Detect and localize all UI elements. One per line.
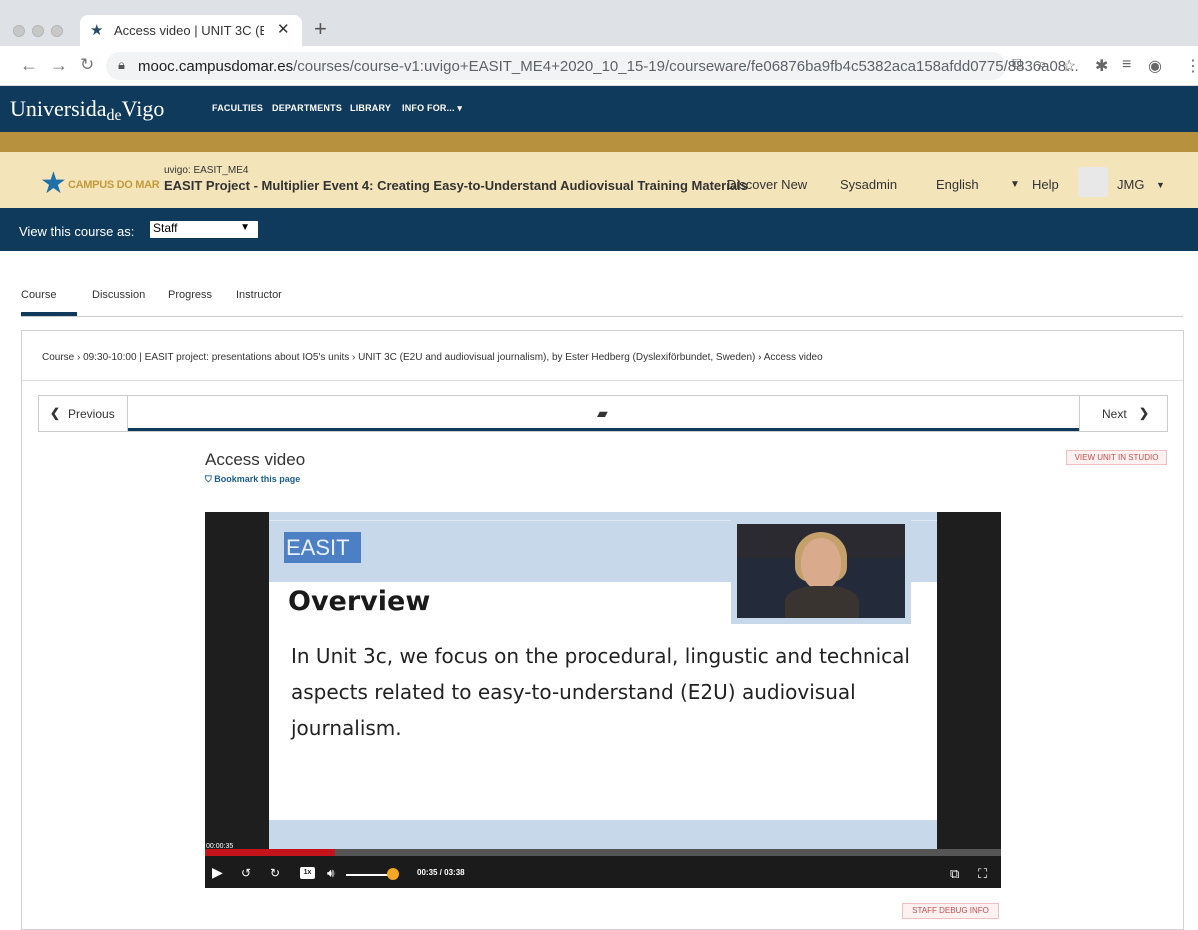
nav-library[interactable]: LIBRARY	[350, 103, 391, 113]
slide-footer-band	[269, 820, 937, 849]
play-icon[interactable]: ▶	[212, 864, 223, 881]
transcript-icon[interactable]: ⧉	[950, 866, 959, 882]
tab-divider	[21, 316, 1183, 317]
fullscreen-icon[interactable]: ⛶	[978, 866, 987, 882]
next-label: Next	[1102, 407, 1127, 421]
browser-tab-bar: ★ Access video | UNIT 3C (E2U a ✕ +	[0, 0, 1198, 46]
view-in-studio-button[interactable]: VIEW UNIT IN STUDIO	[1066, 450, 1167, 465]
speaker-body	[785, 586, 859, 618]
campus-star-icon: ★	[40, 167, 67, 200]
course-header: ★ CAMPUS DO MAR uvigo: EASIT_ME4 EASIT P…	[0, 152, 1198, 208]
gold-divider	[0, 132, 1198, 152]
view-as-select[interactable]: Staff ▼	[150, 221, 258, 238]
tab-instructor[interactable]: Instructor	[236, 289, 282, 301]
tab-title: Access video | UNIT 3C (E2U a	[114, 23, 264, 38]
discover-new-link[interactable]: Discover New	[727, 177, 807, 192]
user-menu[interactable]: JMG	[1117, 177, 1144, 192]
forward-arrow-icon[interactable]: →	[50, 55, 68, 76]
avatar[interactable]	[1078, 167, 1108, 197]
skip-back-icon[interactable]: ↺	[241, 866, 251, 880]
tab-course[interactable]: Course	[21, 289, 56, 301]
translate-icon[interactable]: ⧉	[1012, 56, 1023, 74]
chevron-down-icon: ▼	[240, 222, 250, 233]
url-host: mooc.campusdomar.es	[138, 58, 294, 75]
back-arrow-icon[interactable]: ←	[20, 55, 38, 76]
extensions-puzzle-icon[interactable]: ✱	[1095, 56, 1108, 76]
view-as-label: View this course as:	[19, 224, 135, 239]
bookmark-label: Bookmark this page	[214, 474, 301, 484]
nav-info-for[interactable]: INFO FOR... ▾	[402, 103, 462, 114]
help-link[interactable]: Help	[1032, 177, 1059, 192]
reload-icon[interactable]: ↻	[80, 55, 94, 75]
previous-label: Previous	[68, 407, 115, 421]
sysadmin-link[interactable]: Sysadmin	[840, 177, 897, 192]
bookmark-button[interactable]: ⛉ Bookmark this page	[205, 474, 300, 485]
slide-heading: Overview	[288, 586, 431, 617]
course-title: EASIT Project - Multiplier Event 4: Crea…	[164, 178, 748, 193]
nav-departments[interactable]: DEPARTMENTS	[272, 103, 342, 113]
zoom-icon[interactable]: ⌕	[1038, 56, 1047, 74]
skip-forward-icon[interactable]: ↻	[270, 866, 280, 880]
view-as-value: Staff	[153, 221, 178, 235]
tab-close-icon[interactable]: ✕	[277, 20, 290, 38]
speaker-video	[737, 524, 905, 618]
bookmark-icon: ⛉	[205, 474, 215, 484]
speaker-face	[801, 538, 841, 590]
easit-logo: EASIT	[284, 532, 361, 563]
logo-text-1: Universida	[10, 96, 107, 121]
window-maximize-button[interactable]	[51, 25, 63, 37]
volume-slider-handle[interactable]	[387, 868, 399, 880]
university-header: UniversidadeVigo FACULTIES DEPARTMENTS L…	[0, 86, 1198, 132]
lock-icon: 🔒︎	[118, 57, 125, 72]
next-button[interactable]: Next ❯	[1079, 395, 1168, 432]
slide-text: In Unit 3c, we focus on the procedural, …	[291, 644, 910, 740]
profile-icon[interactable]: ◉	[1148, 56, 1162, 76]
university-logo[interactable]: UniversidadeVigo	[10, 96, 164, 125]
language-chevron-down-icon[interactable]: ▼	[1010, 179, 1020, 190]
video-progress-fill	[205, 849, 335, 856]
reading-list-icon[interactable]: ≡	[1122, 56, 1131, 74]
logo-text-2: de	[106, 107, 122, 124]
bookmark-star-icon[interactable]: ☆	[1062, 56, 1076, 76]
window-minimize-button[interactable]	[32, 25, 44, 37]
volume-slider[interactable]	[346, 874, 391, 876]
logo-text-3: Vigo	[121, 96, 165, 121]
progress-time-tooltip: 00:00:35	[206, 843, 234, 850]
tab-discussion[interactable]: Discussion	[92, 289, 145, 301]
language-select[interactable]: English	[936, 177, 979, 192]
time-display: 00:35 / 03:38	[417, 868, 465, 877]
tab-progress[interactable]: Progress	[168, 289, 212, 301]
breadcrumb[interactable]: Course › 09:30-10:00 | EASIT project: pr…	[42, 352, 823, 363]
browser-tab[interactable]: ★ Access video | UNIT 3C (E2U a ✕	[80, 15, 302, 46]
page-title: Access video	[205, 450, 306, 469]
window-close-button[interactable]	[13, 25, 25, 37]
site-favicon-icon: ★	[90, 22, 104, 39]
playback-speed-button[interactable]: 1x	[300, 867, 315, 879]
campus-brand[interactable]: CAMPUS DO MAR	[68, 179, 160, 191]
chevron-right-icon: ❯	[1139, 406, 1150, 420]
staff-view-bar: View this course as: Staff ▼	[0, 208, 1198, 251]
new-tab-button[interactable]: +	[314, 16, 327, 42]
previous-button[interactable]: ❮ Previous	[38, 395, 128, 432]
user-caret-down-icon[interactable]: ▼	[1156, 180, 1165, 190]
breadcrumb-divider	[22, 380, 1183, 381]
url-path: /courses/course-v1:uvigo+EASIT_ME4+2020_…	[293, 58, 1079, 75]
chevron-left-icon: ❮	[50, 406, 61, 420]
course-org: uvigo: EASIT_ME4	[164, 165, 249, 176]
nav-faculties[interactable]: FACULTIES	[212, 103, 263, 113]
menu-dots-icon[interactable]: ⋮	[1185, 56, 1198, 76]
video-unit-icon[interactable]: ▰	[597, 405, 608, 422]
volume-icon[interactable]: 🔊︎	[327, 866, 335, 881]
active-unit-indicator	[128, 428, 1079, 431]
url-input[interactable]: 🔒︎ mooc.campusdomar.es/courses/course-v1…	[106, 52, 1079, 80]
video-controls	[205, 856, 1001, 888]
address-bar: ← → ↻ 🔒︎ mooc.campusdomar.es/courses/cou…	[0, 46, 1198, 86]
